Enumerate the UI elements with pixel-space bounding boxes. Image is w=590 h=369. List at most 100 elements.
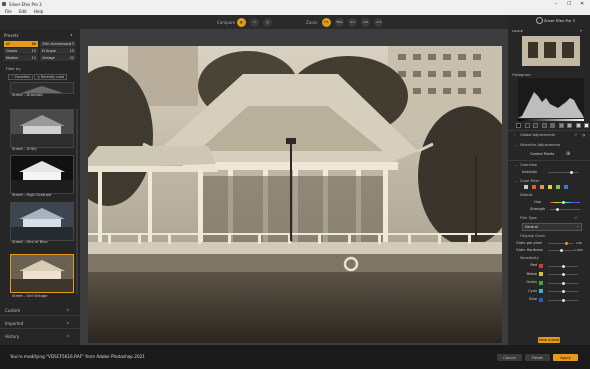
category-el-argue[interactable]: El Argue 15: [40, 48, 76, 54]
histogram-graph: [518, 92, 584, 118]
recently-used-filter[interactable]: ◷ Recently used: [34, 74, 68, 80]
maximize-button[interactable]: ☐: [567, 0, 571, 8]
overview-section[interactable]: Overview: [520, 163, 537, 167]
filter-swatch[interactable]: [564, 185, 568, 189]
zoom-fit-button[interactable]: FIT: [322, 17, 331, 27]
adjustments-panel: Silver Efex Pro 3 Loupe ▾ Histogram Glob…: [508, 15, 590, 345]
sensitivity-list: Red Yellow Green Cyan Blue: [508, 262, 590, 307]
zone-button[interactable]: [541, 123, 547, 128]
film-type-section[interactable]: Film Type: [520, 216, 537, 220]
preview-image[interactable]: [88, 46, 502, 343]
strength-slider-knob[interactable]: [556, 208, 559, 211]
add-control-point-icon[interactable]: ⊕: [566, 151, 570, 157]
close-button[interactable]: ✕: [580, 0, 584, 8]
presets-scrollbar[interactable]: [76, 109, 78, 294]
filter-swatch[interactable]: [532, 185, 536, 189]
preset-thumb-hint-of-blue[interactable]: [10, 202, 74, 241]
minimize-button[interactable]: –: [555, 0, 558, 8]
reset-button[interactable]: Reset: [525, 353, 550, 361]
sensitivity-swatch: [539, 280, 543, 285]
sensitivity-slider-knob[interactable]: [561, 264, 565, 268]
category-vintage[interactable]: Vintage 22: [40, 55, 76, 61]
favorites-filter[interactable]: ♡ Favorites: [8, 74, 33, 80]
category-all[interactable]: All 68: [4, 41, 38, 47]
sensitivity-section[interactable]: Sensitivity: [520, 256, 539, 260]
history-section[interactable]: History: [5, 334, 19, 339]
grain-hardness-knob[interactable]: [560, 249, 563, 252]
zoom-fill-button[interactable]: FILL: [335, 17, 344, 27]
hue-slider[interactable]: [550, 202, 580, 204]
category-classic[interactable]: Classic 15: [4, 48, 38, 54]
chevron-down-icon[interactable]: ⌄: [514, 143, 517, 147]
color-filter-section[interactable]: Color Filter: [520, 179, 539, 183]
sensitivity-slider-knob[interactable]: [561, 290, 565, 293]
hue-slider-knob[interactable]: [562, 201, 565, 204]
loupe-image: [522, 36, 580, 66]
apply-button[interactable]: Apply: [553, 353, 578, 361]
zone-button[interactable]: [516, 123, 521, 128]
compare-side-button[interactable]: ▭: [250, 17, 259, 27]
zone-button[interactable]: [533, 123, 538, 128]
imported-expand-icon[interactable]: ⇲: [66, 321, 69, 325]
histogram: [518, 78, 584, 118]
chevron-down-icon[interactable]: ⌄: [514, 163, 517, 167]
sensitivity-row-blue: Blue: [508, 296, 590, 303]
loupe-preview[interactable]: [522, 36, 580, 66]
category-25th-anniversary[interactable]: 25th Anniversary 15: [40, 41, 76, 47]
menu-bar: File Edit Help: [0, 8, 590, 15]
filter-swatch[interactable]: [548, 185, 552, 189]
zone-button[interactable]: [558, 123, 564, 128]
sensitivity-slider-knob[interactable]: [561, 273, 565, 276]
status-message: You're modifying "VDSCF5616.RAF" from Ad…: [10, 354, 145, 359]
menu-file[interactable]: File: [5, 9, 12, 14]
preset-thumb-high-contrast[interactable]: [10, 155, 74, 194]
sensitivity-slider-knob[interactable]: [561, 298, 565, 302]
cancel-button[interactable]: Cancel: [497, 353, 522, 361]
strength-slider[interactable]: [550, 209, 580, 210]
compare-split-button[interactable]: ◧: [237, 17, 246, 27]
grain-per-pixel-slider[interactable]: [548, 243, 574, 244]
film-type-select[interactable]: Neutral ⌄: [522, 223, 582, 231]
zone-button[interactable]: [550, 123, 555, 128]
global-adjustments-section[interactable]: Global Adjustments: [520, 133, 555, 137]
visibility-icon[interactable]: ◑: [582, 133, 585, 137]
thumb-image: [11, 156, 73, 193]
presets-title: Presets: [4, 33, 19, 38]
custom-section[interactable]: Custom: [5, 308, 20, 313]
selective-adjustments-section[interactable]: Selective Adjustments: [520, 143, 560, 147]
original-grain-section[interactable]: Original Grain: [520, 234, 545, 238]
reset-icon[interactable]: ↺: [574, 133, 577, 137]
filter-swatch[interactable]: [524, 185, 528, 189]
grain-hardness-label: Grain Hardness: [516, 248, 543, 252]
preset-thumb-gritty[interactable]: [10, 109, 74, 148]
zoom-1-3-button[interactable]: 1:3: [374, 17, 383, 27]
menu-edit[interactable]: Edit: [19, 9, 27, 14]
zone-button[interactable]: [584, 123, 589, 128]
save-preset-button[interactable]: Save preset: [538, 337, 560, 343]
compare-original-button[interactable]: ◫: [263, 17, 272, 27]
zone-button[interactable]: [575, 123, 581, 128]
sensitivity-label: Blue: [529, 297, 537, 301]
chevron-down-icon[interactable]: ⌄: [514, 179, 517, 183]
filter-swatch[interactable]: [556, 185, 560, 189]
chevron-right-icon[interactable]: ›: [514, 133, 515, 137]
intensity-slider[interactable]: [548, 172, 578, 173]
imported-section[interactable]: Imported: [5, 321, 23, 326]
zone-button[interactable]: [524, 123, 530, 128]
menu-help[interactable]: Help: [34, 9, 43, 14]
sensitivity-slider-knob[interactable]: [561, 281, 565, 285]
custom-expand-icon[interactable]: ⇲: [66, 308, 69, 312]
zone-button[interactable]: [567, 123, 572, 128]
filter-swatch[interactable]: [540, 185, 544, 189]
preset-thumb-old-vintage[interactable]: [10, 254, 74, 293]
grain-per-pixel-knob[interactable]: [565, 242, 568, 245]
loupe-collapse-icon[interactable]: ▾: [580, 28, 582, 33]
details-section[interactable]: Details: [520, 193, 532, 197]
zoom-1-2-button[interactable]: 1:2: [361, 17, 370, 27]
category-modern[interactable]: Modern 11: [4, 55, 38, 61]
zoom-1-1-button[interactable]: 1:1: [348, 17, 357, 27]
reset-icon[interactable]: ↺: [574, 216, 577, 220]
history-expand-icon[interactable]: ⇲: [66, 334, 69, 338]
intensity-slider-knob[interactable]: [570, 171, 573, 174]
panel-toggle-icon[interactable]: ◂: [70, 32, 72, 37]
